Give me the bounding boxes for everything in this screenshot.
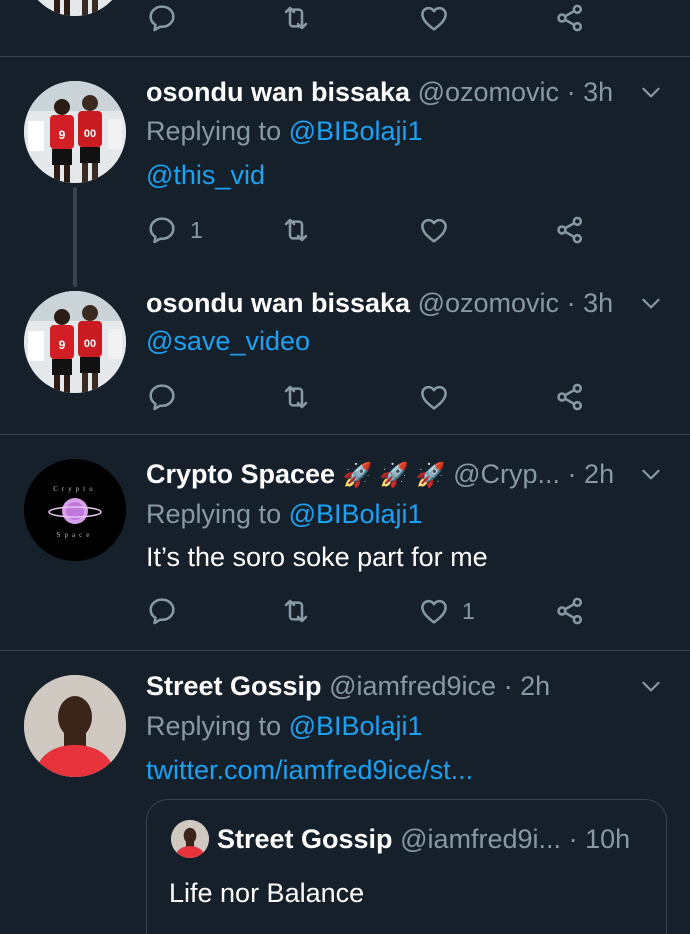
reply-count: 1 xyxy=(190,216,203,243)
tweet[interactable]: Crypto Space Crypto Spacee 🚀 🚀 🚀 @Cryp..… xyxy=(0,435,690,650)
tweet-mention-link[interactable]: @this_vid xyxy=(146,158,265,192)
reply-button[interactable]: 1 xyxy=(146,212,203,248)
svg-text:Crypto: Crypto xyxy=(53,485,96,493)
reply-icon xyxy=(146,2,178,34)
user-handle[interactable]: @Cryp... xyxy=(453,459,560,489)
reply-button[interactable] xyxy=(146,0,178,36)
tweet-feed: osondu wan bissaka @ozomovic · 3h Replyi… xyxy=(0,0,690,934)
like-button[interactable] xyxy=(418,212,450,248)
display-name[interactable]: Crypto Spacee xyxy=(146,459,335,489)
reply-button[interactable] xyxy=(146,379,178,415)
rocket-emoji: 🚀 🚀 🚀 xyxy=(342,462,446,489)
like-icon xyxy=(418,214,450,246)
share-button[interactable] xyxy=(554,593,586,629)
timestamp[interactable]: 2h xyxy=(584,459,614,489)
timestamp[interactable]: 3h xyxy=(583,77,613,107)
separator-dot: · xyxy=(566,288,576,318)
like-count: 1 xyxy=(462,597,475,624)
chevron-down-icon[interactable] xyxy=(638,673,664,699)
replying-to-label: Replying to xyxy=(146,499,289,529)
share-icon xyxy=(554,381,586,413)
quoted-display-name[interactable]: Street Gossip xyxy=(217,824,393,854)
separator-dot: · xyxy=(566,77,576,107)
replying-to: Replying to @BIBolaji1 xyxy=(146,709,423,743)
chevron-down-icon[interactable] xyxy=(638,290,664,316)
share-button[interactable] xyxy=(554,379,586,415)
quoted-tweet[interactable]: Street Gossip @iamfred9i... · 10h Life n… xyxy=(146,799,667,934)
avatar[interactable] xyxy=(24,291,126,393)
replying-to: Replying to @BIBolaji1 xyxy=(146,497,423,531)
retweet-button[interactable] xyxy=(280,0,312,36)
replying-to-label: Replying to xyxy=(146,116,289,146)
separator-dot: · xyxy=(567,459,577,489)
retweet-icon xyxy=(280,595,312,627)
retweet-icon xyxy=(280,214,312,246)
like-icon xyxy=(418,2,450,34)
tweet-header: osondu wan bissaka @ozomovic · 3h xyxy=(146,75,630,109)
tweet[interactable]: osondu wan bissaka @ozomovic · 3h @save_… xyxy=(0,277,690,434)
thread-line xyxy=(73,187,77,287)
crypto-logo-icon: Crypto Space xyxy=(24,459,126,561)
quoted-user-handle[interactable]: @iamfred9i... xyxy=(400,824,561,854)
separator-dot: · xyxy=(503,671,513,701)
retweet-button[interactable] xyxy=(280,379,312,415)
avatar[interactable] xyxy=(24,0,126,16)
avatar[interactable] xyxy=(24,675,126,777)
separator-dot: · xyxy=(568,824,578,854)
quoted-header: Street Gossip @iamfred9i... · 10h xyxy=(217,822,630,856)
tweet-header: Crypto Spacee 🚀 🚀 🚀 @Cryp... · 2h xyxy=(146,457,630,491)
chevron-down-icon[interactable] xyxy=(638,461,664,487)
display-name[interactable]: osondu wan bissaka xyxy=(146,77,410,107)
quoted-text: Life nor Balance xyxy=(169,878,365,908)
partial-tweet[interactable] xyxy=(0,0,690,56)
tweet-text: It’s the soro soke part for me xyxy=(146,542,488,572)
user-handle[interactable]: @ozomovic xyxy=(418,288,559,318)
share-button[interactable] xyxy=(554,212,586,248)
share-icon xyxy=(554,214,586,246)
mention-link[interactable]: @BIBolaji1 xyxy=(289,499,423,529)
replying-to-label: Replying to xyxy=(146,711,289,741)
share-button[interactable] xyxy=(554,0,586,36)
like-icon xyxy=(418,381,450,413)
timestamp[interactable]: 3h xyxy=(583,288,613,318)
retweet-button[interactable] xyxy=(280,212,312,248)
timestamp[interactable]: 2h xyxy=(520,671,550,701)
tweet-actions xyxy=(146,379,606,415)
avatar[interactable] xyxy=(24,81,126,183)
reply-icon xyxy=(146,381,178,413)
tweet-actions xyxy=(146,0,606,36)
tweet-actions: 1 xyxy=(146,212,606,248)
reply-button[interactable] xyxy=(146,593,178,629)
share-icon xyxy=(554,2,586,34)
mention-link[interactable]: @BIBolaji1 xyxy=(289,116,423,146)
tweet-mention-link[interactable]: @save_video xyxy=(146,324,310,358)
tweet[interactable]: osondu wan bissaka @ozomovic · 3h Replyi… xyxy=(0,57,690,287)
quoted-avatar[interactable] xyxy=(171,820,209,858)
display-name[interactable]: osondu wan bissaka xyxy=(146,288,410,318)
tweet-url-link[interactable]: twitter.com/iamfred9ice/st... xyxy=(146,753,473,787)
like-button[interactable] xyxy=(418,0,450,36)
user-handle[interactable]: @ozomovic xyxy=(418,77,559,107)
retweet-button[interactable] xyxy=(280,593,312,629)
tweet-header: Street Gossip @iamfred9ice · 2h xyxy=(146,669,630,703)
retweet-icon xyxy=(280,381,312,413)
tweet-actions: 1 xyxy=(146,593,606,629)
tweet[interactable]: Street Gossip @iamfred9ice · 2h Replying… xyxy=(0,651,690,934)
replying-to: Replying to @BIBolaji1 xyxy=(146,114,423,148)
like-icon xyxy=(418,595,450,627)
user-handle[interactable]: @iamfred9ice xyxy=(329,671,496,701)
reply-icon xyxy=(146,214,178,246)
svg-text:Space: Space xyxy=(57,531,94,539)
like-button[interactable] xyxy=(418,379,450,415)
avatar[interactable]: Crypto Space xyxy=(24,459,126,561)
like-button[interactable]: 1 xyxy=(418,593,475,629)
display-name[interactable]: Street Gossip xyxy=(146,671,322,701)
share-icon xyxy=(554,595,586,627)
retweet-icon xyxy=(280,2,312,34)
mention-link[interactable]: @BIBolaji1 xyxy=(289,711,423,741)
reply-icon xyxy=(146,595,178,627)
tweet-header: osondu wan bissaka @ozomovic · 3h xyxy=(146,286,630,320)
chevron-down-icon[interactable] xyxy=(638,79,664,105)
quoted-timestamp[interactable]: 10h xyxy=(585,824,630,854)
